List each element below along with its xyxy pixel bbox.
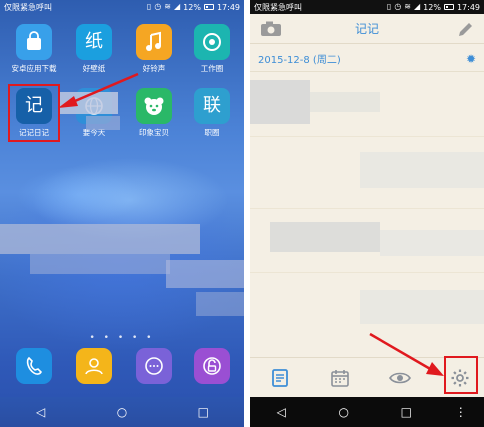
- divider: [250, 208, 484, 209]
- signal-icon: ◢: [174, 2, 181, 11]
- camera-icon[interactable]: [260, 21, 282, 37]
- app-wallpaper[interactable]: 纸 好壁纸: [66, 24, 122, 74]
- work-circle-icon: [194, 24, 230, 60]
- contacts-icon[interactable]: [76, 348, 112, 384]
- censor-mosaic: [0, 224, 200, 254]
- app-android-store[interactable]: 安卓应用下载: [6, 24, 62, 74]
- censor-mosaic: [196, 292, 244, 316]
- censor-mosaic: [86, 116, 120, 130]
- phone-icon[interactable]: [16, 348, 52, 384]
- unlock-icon[interactable]: [194, 348, 230, 384]
- divider: [250, 136, 484, 137]
- calendar-icon[interactable]: [328, 366, 352, 390]
- divider: [250, 272, 484, 273]
- app-ringtone[interactable]: 好铃声: [126, 24, 182, 74]
- censor-mosaic: [166, 260, 244, 288]
- alarm-icon: ◷: [154, 2, 162, 11]
- censor-mosaic: [360, 290, 484, 324]
- diary-app-screen: 仅限紧急呼叫 ▯ ◷ ≋ ◢ 12% 17:49 记记 2015-12-8 (周…: [250, 0, 484, 427]
- date-header[interactable]: 2015-12-8 (周二) ✹: [250, 46, 484, 72]
- clock: 17:49: [456, 2, 480, 12]
- carrier-text: 仅限紧急呼叫: [4, 2, 52, 12]
- censor-mosaic: [380, 230, 484, 256]
- censor-mosaic: [250, 80, 310, 124]
- battery-icon: [443, 4, 454, 10]
- app-label: 工作圈: [200, 64, 224, 73]
- nav-bar: ◁ ○ □: [0, 397, 244, 427]
- highlight-box: [8, 84, 60, 142]
- home-icon[interactable]: ○: [329, 405, 359, 419]
- censor-mosaic: [270, 222, 380, 252]
- recents-icon[interactable]: □: [188, 405, 218, 419]
- entry-list[interactable]: [250, 72, 484, 357]
- back-icon[interactable]: ◁: [26, 405, 56, 419]
- alarm-icon: ◷: [394, 2, 402, 11]
- recents-icon[interactable]: □: [391, 405, 421, 419]
- nav-bar: ◁ ○ □ ⋮: [250, 397, 484, 427]
- home-screen: 仅限紧急呼叫 ▯ ◷ ≋ ◢ 12% 17:49 安卓应用下载 纸 好壁纸 好铃…: [0, 0, 244, 427]
- censor-mosaic: [360, 152, 484, 188]
- page-indicator: • • • • •: [89, 333, 155, 343]
- censor-mosaic: [30, 254, 170, 274]
- wallpaper-paper-icon: 纸: [76, 24, 112, 60]
- status-bar: 仅限紧急呼叫 ▯ ◷ ≋ ◢ 12% 17:49: [250, 0, 484, 14]
- battery-percent: 12%: [183, 2, 201, 12]
- vibrate-icon: ▯: [146, 2, 152, 11]
- carrier-text: 仅限紧急呼叫: [254, 2, 302, 12]
- app-work-circle[interactable]: 工作圈: [184, 24, 240, 74]
- signal-icon: ◢: [414, 2, 421, 11]
- music-note-icon: [136, 24, 172, 60]
- shopping-bag-icon: [16, 24, 52, 60]
- entry-date: 2015-12-8 (周二): [258, 55, 341, 66]
- app-label: 职圈: [204, 128, 220, 137]
- home-icon[interactable]: ○: [107, 405, 137, 419]
- highlight-box: [444, 356, 478, 394]
- app-job-circle[interactable]: 联 职圈: [184, 88, 240, 138]
- notes-list-icon[interactable]: [268, 366, 292, 390]
- wifi-icon: ≋: [164, 2, 171, 11]
- back-icon[interactable]: ◁: [266, 405, 296, 419]
- dock: [0, 348, 244, 390]
- messages-icon[interactable]: [136, 348, 172, 384]
- arrow-annotation: [369, 332, 444, 376]
- clock: 17:49: [216, 2, 240, 12]
- battery-percent: 12%: [423, 2, 441, 12]
- status-bar: 仅限紧急呼叫 ▯ ◷ ≋ ◢ 12% 17:49: [0, 0, 244, 14]
- app-label: 印象宝贝: [139, 128, 169, 137]
- job-circle-icon: 联: [194, 88, 230, 124]
- pencil-icon[interactable]: [456, 21, 474, 39]
- arrow-annotation: [58, 72, 139, 108]
- more-menu-icon[interactable]: ⋮: [454, 405, 468, 419]
- vibrate-icon: ▯: [386, 2, 392, 11]
- battery-icon: [203, 4, 214, 10]
- page-title: 记记: [354, 22, 379, 36]
- sun-icon: ✹: [465, 51, 476, 66]
- app-header: 记记: [250, 14, 484, 44]
- wifi-icon: ≋: [404, 2, 411, 11]
- censor-mosaic: [310, 92, 380, 112]
